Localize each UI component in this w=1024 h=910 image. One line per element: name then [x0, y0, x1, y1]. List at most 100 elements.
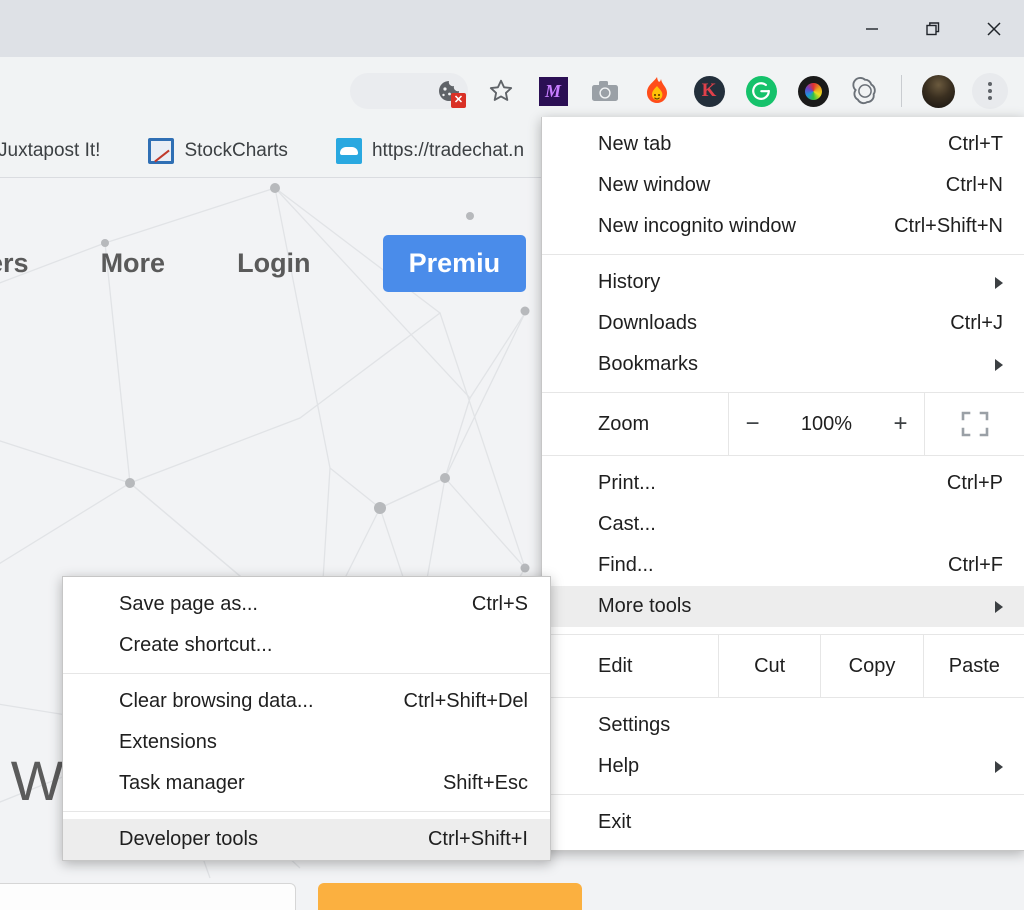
edit-paste-button[interactable]: Paste: [923, 635, 1024, 697]
menu-item-bookmarks[interactable]: Bookmarks: [542, 344, 1024, 385]
menu-label: Task manager: [119, 772, 425, 795]
menu-item-settings[interactable]: Settings: [542, 705, 1024, 746]
menu-label: Clear browsing data...: [119, 690, 386, 713]
menu-shortcut: Ctrl+Shift+Del: [386, 690, 529, 713]
menu-shortcut: Ctrl+P: [929, 472, 1003, 495]
page-input-card[interactable]: [0, 883, 296, 910]
submenu-item-create-shortcut[interactable]: Create shortcut...: [63, 625, 550, 666]
bookmark-item[interactable]: https://tradechat.n: [328, 132, 532, 170]
color-lens-icon[interactable]: [795, 73, 831, 109]
submenu-item-developer-tools[interactable]: Developer tools Ctrl+Shift+I: [63, 819, 550, 860]
menu-shortcut: Ctrl+Shift+I: [410, 828, 528, 851]
more-tools-submenu: Save page as... Ctrl+S Create shortcut..…: [62, 576, 551, 861]
submenu-item-extensions[interactable]: Extensions: [63, 722, 550, 763]
bookmark-label: Juxtapost It!: [0, 140, 100, 162]
page-subtitle: e W: [0, 748, 64, 813]
menu-label: New tab: [598, 133, 930, 156]
premium-button[interactable]: Premiu: [383, 235, 527, 292]
edit-label: Edit: [542, 635, 718, 697]
menu-item-history[interactable]: History: [542, 262, 1024, 303]
menu-label: New incognito window: [598, 215, 876, 238]
menu-label: Bookmarks: [598, 353, 981, 376]
edit-copy-button[interactable]: Copy: [820, 635, 922, 697]
minimize-button[interactable]: [841, 0, 902, 57]
bookmark-label: https://tradechat.n: [372, 140, 524, 162]
zoom-out-button[interactable]: −: [738, 410, 768, 438]
nav-link-sellers[interactable]: ellers: [0, 248, 29, 279]
nav-link-login[interactable]: Login: [237, 248, 310, 279]
menu-zoom-row: Zoom − 100% +: [542, 392, 1024, 456]
camera-icon[interactable]: [587, 73, 623, 109]
blocked-badge: ✕: [451, 93, 466, 108]
extension-k-glyph: K: [694, 76, 725, 107]
menu-label: Cast...: [598, 513, 1003, 536]
close-button[interactable]: [963, 0, 1024, 57]
window-title-bar: [0, 0, 1024, 57]
menu-shortcut: Ctrl+Shift+N: [876, 215, 1003, 238]
openai-icon[interactable]: [847, 73, 883, 109]
extension-m-glyph: M: [539, 77, 568, 106]
grammarly-glyph: [746, 76, 777, 107]
menu-label: Exit: [598, 811, 1003, 834]
menu-label: Print...: [598, 472, 929, 495]
menu-item-more-tools[interactable]: More tools: [542, 586, 1024, 627]
window-controls: [841, 0, 1024, 57]
menu-item-new-tab[interactable]: New tab Ctrl+T: [542, 124, 1024, 165]
menu-item-cast[interactable]: Cast...: [542, 504, 1024, 545]
bookmark-label: StockCharts: [184, 140, 287, 162]
chrome-main-menu: New tab Ctrl+T New window Ctrl+N New inc…: [541, 117, 1024, 851]
three-dots-icon: [972, 73, 1008, 109]
menu-item-new-incognito-window[interactable]: New incognito window Ctrl+Shift+N: [542, 206, 1024, 247]
submenu-item-task-manager[interactable]: Task manager Shift+Esc: [63, 763, 550, 804]
menu-shortcut: Ctrl+T: [930, 133, 1003, 156]
menu-label: Create shortcut...: [119, 634, 528, 657]
menu-label: Developer tools: [119, 828, 410, 851]
fullscreen-icon: [961, 411, 989, 437]
menu-label: History: [598, 271, 981, 294]
toolbar-divider: [901, 75, 902, 107]
extension-k-icon[interactable]: K: [691, 73, 727, 109]
menu-item-help[interactable]: Help: [542, 746, 1024, 787]
chrome-menu-button[interactable]: [972, 73, 1008, 109]
menu-item-new-window[interactable]: New window Ctrl+N: [542, 165, 1024, 206]
menu-label: New window: [598, 174, 928, 197]
menu-separator: [542, 794, 1024, 795]
zoom-label: Zoom: [542, 393, 728, 455]
cookie-blocked-icon[interactable]: ✕: [431, 73, 467, 109]
bookmark-item[interactable]: StockCharts: [140, 132, 295, 170]
page-cta-button[interactable]: [318, 883, 582, 910]
menu-separator: [63, 673, 550, 674]
menu-separator: [63, 811, 550, 812]
menu-shortcut: Ctrl+J: [932, 312, 1003, 335]
nav-link-more[interactable]: More: [101, 248, 166, 279]
bookmark-item[interactable]: Juxtapost It!: [0, 132, 108, 170]
browser-window: ✕ M: [0, 0, 1024, 910]
grammarly-icon[interactable]: [743, 73, 779, 109]
chevron-right-icon: [995, 601, 1003, 613]
menu-label: More tools: [598, 595, 981, 618]
browser-toolbar: ✕ M: [0, 57, 1024, 125]
menu-item-find[interactable]: Find... Ctrl+F: [542, 545, 1024, 586]
chevron-right-icon: [995, 359, 1003, 371]
zoom-level-value: 100%: [794, 413, 860, 436]
submenu-item-clear-browsing-data[interactable]: Clear browsing data... Ctrl+Shift+Del: [63, 681, 550, 722]
submenu-item-save-page-as[interactable]: Save page as... Ctrl+S: [63, 584, 550, 625]
menu-separator: [542, 254, 1024, 255]
stockcharts-favicon: [148, 138, 174, 164]
extension-m-icon[interactable]: M: [535, 73, 571, 109]
tradechat-favicon: [336, 138, 362, 164]
menu-item-print[interactable]: Print... Ctrl+P: [542, 463, 1024, 504]
profile-avatar[interactable]: [920, 73, 956, 109]
menu-shortcut: Ctrl+N: [928, 174, 1003, 197]
menu-label: Downloads: [598, 312, 932, 335]
menu-item-downloads[interactable]: Downloads Ctrl+J: [542, 303, 1024, 344]
bookmark-star-icon[interactable]: [483, 73, 519, 109]
menu-label: Extensions: [119, 731, 528, 754]
fullscreen-button[interactable]: [925, 393, 1024, 455]
restore-button[interactable]: [902, 0, 963, 57]
zoom-in-button[interactable]: +: [886, 410, 916, 438]
menu-label: Save page as...: [119, 593, 454, 616]
menu-item-exit[interactable]: Exit: [542, 802, 1024, 843]
edit-cut-button[interactable]: Cut: [718, 635, 820, 697]
fire-emoji-icon[interactable]: [639, 73, 675, 109]
